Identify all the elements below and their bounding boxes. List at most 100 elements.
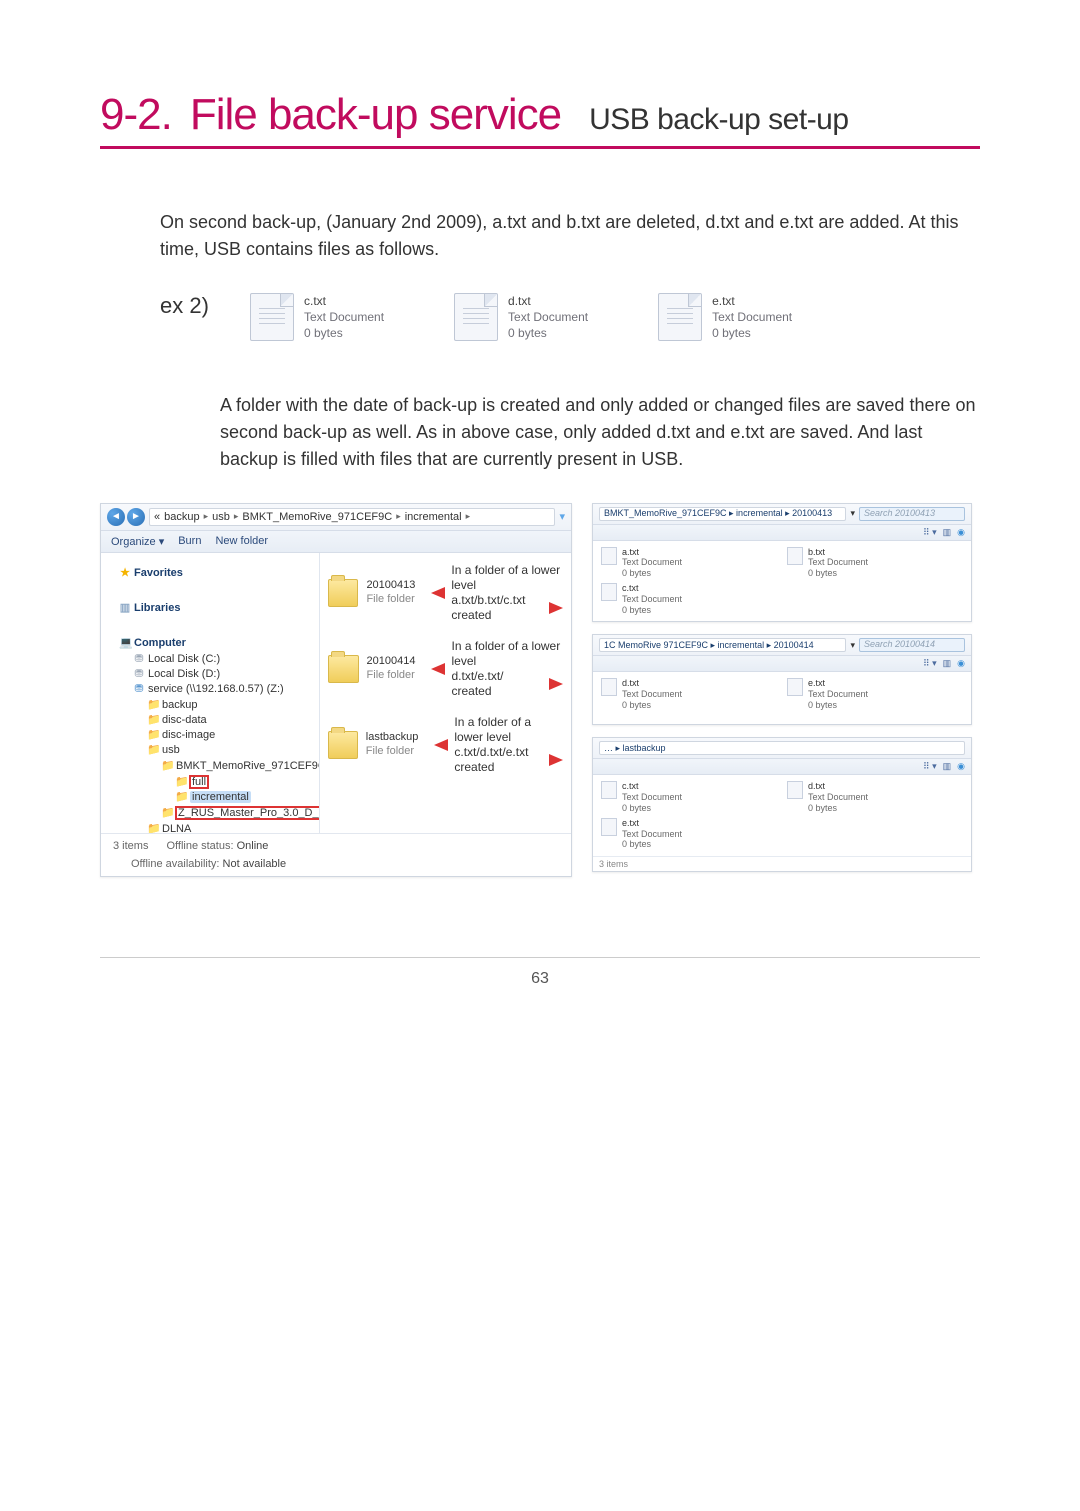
file-name: d.txt	[508, 293, 588, 309]
folder-row[interactable]: 20100414 File folder In a folder of a lo…	[328, 639, 563, 699]
file-item[interactable]: c.txtText Document0 bytes	[601, 583, 777, 615]
file-size: 0 bytes	[508, 325, 588, 341]
text-file-icon	[601, 583, 617, 601]
example-row: ex 2) c.txt Text Document 0 bytes d.txt …	[160, 293, 980, 342]
text-file-icon	[601, 547, 617, 565]
example-file: e.txt Text Document 0 bytes	[658, 293, 792, 342]
preview-icon[interactable]: ▥	[943, 658, 952, 669]
arrow-left-icon	[431, 663, 445, 675]
status-bar: 3 items Offline status: Online	[101, 833, 571, 858]
back-button[interactable]: ◄	[107, 508, 125, 526]
text-file-icon	[787, 781, 803, 799]
tree-item-incremental[interactable]: 📁incremental	[175, 789, 315, 804]
folder-icon: 📁	[147, 698, 159, 711]
file-name: c.txt	[304, 293, 384, 309]
nav-tree[interactable]: ★Favorites ▥Libraries 💻Computer ⛃Local D…	[101, 553, 320, 833]
page-number: 63	[100, 957, 980, 988]
text-file-icon	[601, 781, 617, 799]
tree-item[interactable]: ⛃service (\\192.168.0.57) (Z:)	[133, 681, 315, 696]
file-item[interactable]: d.txtText Document0 bytes	[601, 678, 777, 718]
example-label: ex 2)	[160, 293, 220, 319]
text-file-icon	[601, 818, 617, 836]
file-item[interactable]: a.txtText Document0 bytes	[601, 547, 777, 579]
section-number: 9-2.	[100, 90, 172, 140]
folder-icon: 📁	[147, 743, 159, 756]
folder-icon: 📁	[175, 775, 187, 788]
text-file-icon	[787, 547, 803, 565]
example-file: d.txt Text Document 0 bytes	[454, 293, 588, 342]
file-item[interactable]: e.txtText Document0 bytes	[601, 818, 777, 850]
preview-icon[interactable]: ▥	[943, 761, 952, 772]
search-input[interactable]: Search 20100413	[859, 507, 965, 521]
preview-icon[interactable]: ▥	[943, 527, 952, 538]
help-icon[interactable]: ◉	[957, 658, 965, 669]
disk-icon: ⛃	[133, 652, 145, 665]
content-pane: 20100413 File folder In a folder of a lo…	[320, 553, 571, 833]
paragraph-2: A folder with the date of back-up is cre…	[220, 392, 980, 473]
search-input[interactable]: Search 20100414	[859, 638, 965, 652]
view-icon[interactable]: ⠿ ▾	[923, 658, 937, 669]
file-type: Text Document	[304, 309, 384, 325]
organize-button[interactable]: Organize ▾	[111, 535, 164, 548]
view-icon[interactable]: ⠿ ▾	[923, 527, 937, 538]
breadcrumb[interactable]: BMKT_MemoRive_971CEF9C ▸ incremental ▸ 2…	[599, 507, 846, 521]
file-type: Text Document	[712, 309, 792, 325]
breadcrumb[interactable]: … ▸ lastbackup	[599, 741, 965, 755]
text-file-icon	[787, 678, 803, 696]
burn-button[interactable]: Burn	[178, 535, 201, 547]
tree-item[interactable]: 📁disc-image	[147, 727, 315, 742]
folder-icon	[328, 731, 358, 759]
explorer-window-mini-1: BMKT_MemoRive_971CEF9C ▸ incremental ▸ 2…	[592, 503, 972, 623]
folder-icon	[328, 579, 358, 607]
tree-item[interactable]: ⛃Local Disk (D:)	[133, 666, 315, 681]
view-icon[interactable]: ⠿ ▾	[923, 761, 937, 772]
folder-icon: 📁	[175, 790, 187, 803]
tree-item[interactable]: 📁backup	[147, 697, 315, 712]
text-file-icon	[601, 678, 617, 696]
forward-button[interactable]: ►	[127, 508, 145, 526]
file-item[interactable]: e.txtText Document0 bytes	[787, 678, 963, 718]
section-subtitle: USB back-up set-up	[589, 103, 848, 137]
help-icon[interactable]: ◉	[957, 527, 965, 538]
help-icon[interactable]: ◉	[957, 761, 965, 772]
favorites-icon: ★	[119, 566, 131, 579]
folder-icon: 📁	[161, 759, 173, 772]
tree-item[interactable]: 📁DLNA	[147, 821, 315, 833]
tree-item[interactable]: 📁usb	[147, 742, 315, 757]
explorer-window-mini-3: … ▸ lastbackup ⠿ ▾ ▥ ◉ c.txtText Document0…	[592, 737, 972, 872]
tree-item[interactable]: 📁disc-data	[147, 712, 315, 727]
arrow-right-icon	[549, 754, 563, 766]
folder-icon: 📁	[147, 822, 159, 833]
file-size: 0 bytes	[712, 325, 792, 341]
file-size: 0 bytes	[304, 325, 384, 341]
breadcrumb[interactable]: 1C MemoRive 971CEF9C ▸ incremental ▸ 201…	[599, 638, 846, 652]
disk-icon: ⛃	[133, 667, 145, 680]
text-file-icon	[250, 293, 294, 341]
libraries-icon: ▥	[119, 601, 131, 614]
breadcrumb[interactable]: « backup▸ usb▸ BMKT_MemoRive_971CEF9C▸ i…	[149, 508, 555, 526]
paragraph-1: On second back-up, (January 2nd 2009), a…	[160, 209, 980, 263]
folder-icon: 📁	[161, 806, 173, 819]
text-file-icon	[454, 293, 498, 341]
tree-item-full[interactable]: 📁full	[175, 774, 315, 789]
file-item[interactable]: d.txtText Document0 bytes	[787, 781, 963, 813]
folder-row[interactable]: 20100413 File folder In a folder of a lo…	[328, 563, 563, 623]
new-folder-button[interactable]: New folder	[215, 535, 268, 547]
arrow-left-icon	[431, 587, 445, 599]
tree-item[interactable]: 📁Z_RUS_Master_Pro_3.0_D_685A0347	[161, 805, 315, 820]
folder-row[interactable]: lastbackup File folder In a folder of a …	[328, 715, 563, 775]
arrow-right-icon	[549, 602, 563, 614]
status-bar: 3 items	[593, 856, 971, 871]
file-item[interactable]: c.txtText Document0 bytes	[601, 781, 777, 813]
file-item[interactable]: b.txtText Document0 bytes	[787, 547, 963, 579]
status-bar-2: Offline availability: Not available	[101, 858, 571, 876]
tree-item[interactable]: 📁BMKT_MemoRive_971CEF9C	[161, 758, 315, 773]
toolbar: Organize ▾ Burn New folder	[101, 531, 571, 553]
explorer-window-mini-2: 1C MemoRive 971CEF9C ▸ incremental ▸ 201…	[592, 634, 972, 725]
tree-item[interactable]: ⛃Local Disk (C:)	[133, 651, 315, 666]
text-file-icon	[658, 293, 702, 341]
explorer-window-main: ◄ ► « backup▸ usb▸ BMKT_MemoRive_971CEF9…	[100, 503, 572, 877]
chevron-down-icon[interactable]: ▾	[559, 510, 565, 523]
arrow-left-icon	[434, 739, 448, 751]
folder-icon: 📁	[147, 713, 159, 726]
